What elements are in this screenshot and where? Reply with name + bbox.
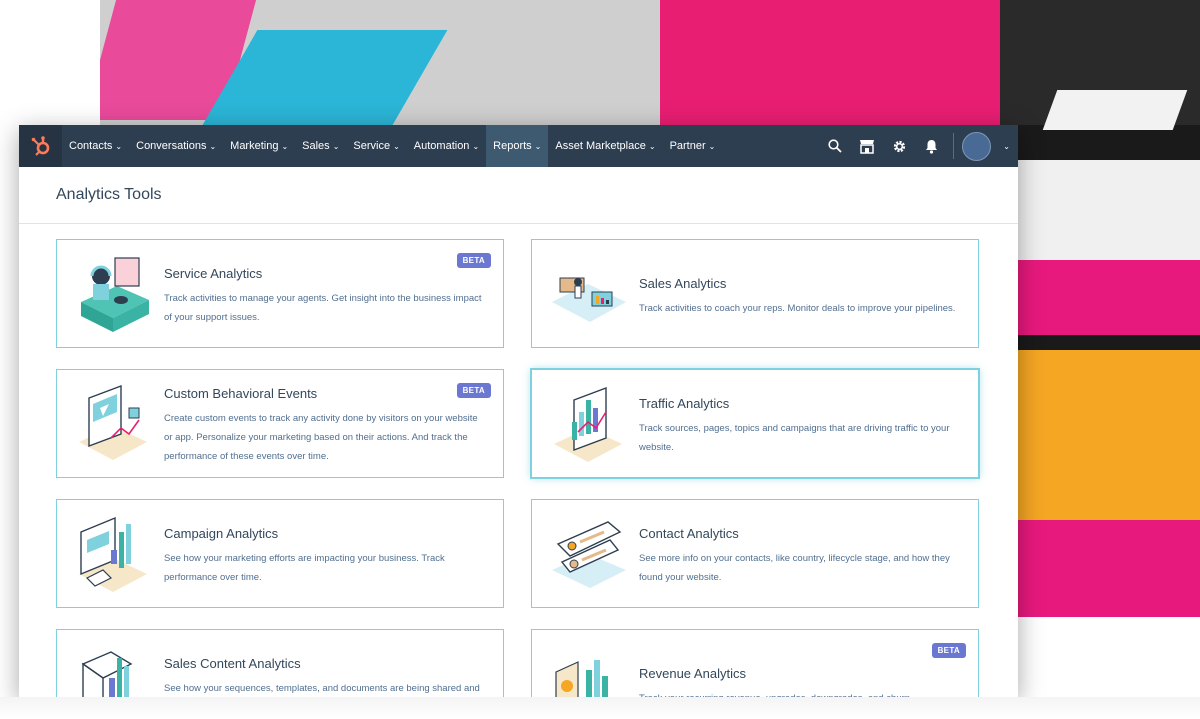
- beta-badge: BETA: [931, 643, 966, 658]
- card-description: Track activities to coach your reps. Mon…: [639, 303, 956, 314]
- nav-item-partner[interactable]: Partner ⌄: [663, 125, 723, 167]
- nav-item-marketing[interactable]: Marketing ⌄: [223, 125, 295, 167]
- card-description: See how your sequences, templates, and d…: [164, 683, 480, 694]
- nav-item-label: Service: [353, 140, 391, 152]
- nav-item-asset-marketplace[interactable]: Asset Marketplace ⌄: [548, 125, 662, 167]
- card-revenue-analytics[interactable]: Revenue Analytics Track your recurring r…: [531, 629, 979, 697]
- nav-item-label: Reports: [493, 140, 532, 152]
- revenue-analytics-illustration: [548, 642, 630, 697]
- chevron-down-icon: ⌄: [209, 141, 217, 151]
- marketplace-icon[interactable]: [851, 125, 883, 167]
- chevron-down-icon: ⌄: [332, 141, 340, 151]
- contact-analytics-illustration: [548, 512, 630, 596]
- beta-badge: BETA: [456, 253, 491, 268]
- app-window: Contacts ⌄ Conversations ⌄ Marketing ⌄ Sale…: [19, 125, 1018, 697]
- chevron-down-icon: ⌄: [534, 141, 542, 151]
- card-description: See how your marketing efforts are impac…: [164, 553, 445, 583]
- card-sales-content-analytics[interactable]: Sales Content Analytics See how your seq…: [56, 629, 504, 697]
- card-title: Campaign Analytics: [164, 526, 279, 541]
- card-campaign-analytics[interactable]: Campaign Analytics See how your marketin…: [56, 499, 504, 608]
- chevron-down-icon: ⌄: [115, 141, 123, 151]
- settings-gear-icon[interactable]: [883, 125, 915, 167]
- card-title: Custom Behavioral Events: [164, 386, 318, 401]
- card-description: See more info on your contacts, like cou…: [639, 553, 950, 583]
- card-contact-analytics[interactable]: Contact Analytics See more info on your …: [531, 499, 979, 608]
- chevron-down-icon: ⌄: [472, 141, 480, 151]
- card-description: Create custom events to track any activi…: [164, 413, 478, 462]
- nav-item-reports[interactable]: Reports ⌄: [486, 125, 549, 167]
- nav-item-label: Sales: [302, 140, 330, 152]
- top-navigation: Contacts ⌄ Conversations ⌄ Marketing ⌄ Sale…: [19, 125, 1018, 167]
- sales-content-illustration: [73, 642, 155, 697]
- service-analytics-illustration: [73, 252, 155, 336]
- nav-item-service[interactable]: Service ⌄: [346, 125, 406, 167]
- page-header: Analytics Tools: [19, 167, 1018, 224]
- avatar[interactable]: [962, 131, 992, 161]
- sales-analytics-illustration: [548, 252, 630, 336]
- traffic-analytics-illustration: [548, 382, 630, 466]
- card-description: Track your recurring revenue, upgrades, …: [639, 689, 958, 697]
- notifications-bell-icon[interactable]: [915, 125, 947, 167]
- page-title: Analytics Tools: [56, 186, 162, 203]
- nav-item-conversations[interactable]: Conversations ⌄: [129, 125, 223, 167]
- nav-menu: Contacts ⌄ Conversations ⌄ Marketing ⌄ Sale…: [62, 125, 722, 167]
- chevron-down-icon: ⌄: [393, 141, 400, 151]
- nav-item-contacts[interactable]: Contacts ⌄: [62, 125, 129, 167]
- card-sales-analytics[interactable]: Sales Analytics Track activities to coac…: [531, 239, 979, 348]
- nav-item-label: Automation: [413, 140, 470, 152]
- campaign-analytics-illustration: [73, 512, 155, 596]
- card-title: Sales Content Analytics: [164, 656, 301, 671]
- nav-item-label: Contacts: [69, 140, 113, 152]
- card-title: Contact Analytics: [639, 526, 739, 541]
- beta-badge: BETA: [456, 383, 491, 398]
- chevron-down-icon: ⌄: [708, 141, 716, 151]
- chevron-down-icon: ⌄: [281, 141, 289, 151]
- nav-divider: [953, 133, 955, 159]
- card-title: Sales Analytics: [639, 276, 727, 291]
- card-title: Revenue Analytics: [639, 666, 746, 681]
- page-bottom-shadow: [0, 697, 1200, 719]
- card-description: Track sources, pages, topics and campaig…: [639, 423, 950, 453]
- card-title: Traffic Analytics: [639, 396, 730, 411]
- account-chevron-down-icon[interactable]: ⌄: [1003, 142, 1010, 151]
- custom-events-illustration: [73, 382, 155, 466]
- nav-item-sales[interactable]: Sales ⌄: [295, 125, 346, 167]
- chevron-down-icon: ⌄: [648, 141, 656, 151]
- nav-item-automation[interactable]: Automation ⌄: [407, 125, 486, 167]
- search-icon[interactable]: [819, 125, 851, 167]
- card-title: Service Analytics: [164, 266, 263, 281]
- nav-item-label: Marketing: [230, 140, 279, 152]
- card-service-analytics[interactable]: Service Analytics Track activities to ma…: [56, 239, 504, 348]
- card-description: Track activities to manage your agents. …: [164, 293, 482, 323]
- card-custom-behavioral-events[interactable]: Custom Behavioral Events Create custom e…: [56, 369, 504, 478]
- nav-item-label: Partner: [669, 140, 706, 152]
- hubspot-logo-icon[interactable]: [19, 125, 62, 167]
- nav-utilities: ⌄: [819, 125, 1018, 167]
- nav-item-label: Asset Marketplace: [555, 140, 646, 152]
- nav-item-label: Conversations: [136, 140, 207, 152]
- card-traffic-analytics[interactable]: Traffic Analytics Track sources, pages, …: [531, 369, 979, 478]
